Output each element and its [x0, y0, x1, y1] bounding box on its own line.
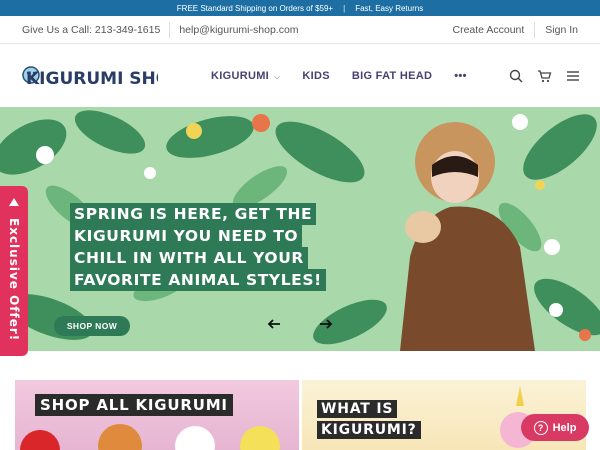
logo-text: KIGURUMI SHOP	[26, 69, 158, 89]
arrow-right-icon[interactable]	[318, 316, 334, 332]
shipping-text: FREE Standard Shipping on Orders of $59+	[176, 3, 334, 13]
cart-icon[interactable]	[537, 69, 552, 83]
hero-headline-line: SPRING IS HERE, GET THE	[70, 203, 317, 225]
utility-bar: Give Us a Call: 213-349-1615 help@kiguru…	[0, 16, 600, 44]
menu-icon[interactable]	[566, 70, 580, 82]
question-icon: ?	[533, 420, 548, 435]
tile-label: KIGURUMI?	[317, 421, 421, 439]
site-logo[interactable]: KIGURUMI SHOP	[22, 58, 183, 92]
create-account-link[interactable]: Create Account	[453, 24, 525, 36]
chevron-down-icon: ⌵	[274, 71, 281, 81]
email-link[interactable]: help@kigurumi-shop.com	[179, 24, 298, 36]
nav-more[interactable]: •••	[454, 70, 466, 82]
utility-divider	[534, 22, 536, 38]
hero-headline: SPRING IS HERE, GET THE KIGURUMI YOU NEE…	[70, 203, 370, 291]
announcement-separator: |	[343, 3, 346, 13]
nav-kids[interactable]: KIDS	[302, 70, 329, 82]
tile-label: SHOP ALL KIGURUMI	[35, 394, 233, 416]
shop-all-kigurumi-tile[interactable]: SHOP ALL KIGURUMI	[15, 380, 299, 450]
returns-text: Fast, Easy Returns	[355, 3, 424, 13]
tile-label: WHAT IS	[317, 400, 398, 418]
exclusive-offer-label: Exclusive Offer!	[7, 218, 21, 342]
announcement-bar: FREE Standard Shipping on Orders of $59+…	[0, 0, 600, 16]
sign-in-link[interactable]: Sign In	[545, 24, 578, 36]
hero-headline-line: CHILL IN WITH ALL YOUR	[70, 247, 308, 269]
exclusive-offer-tab[interactable]: Exclusive Offer!	[0, 186, 28, 356]
nav-kigurumi[interactable]: KIGURUMI ⌵	[211, 70, 280, 82]
hero-headline-line: FAVORITE ANIMAL STYLES!	[70, 269, 326, 291]
search-icon[interactable]	[509, 69, 523, 83]
nav-big-fat-head[interactable]: BIG FAT HEAD	[352, 70, 432, 82]
nav-kigurumi-label: KIGURUMI	[211, 69, 270, 82]
triangle-up-icon	[9, 198, 19, 206]
utility-divider	[169, 22, 171, 38]
arrow-left-icon[interactable]	[266, 316, 282, 332]
hero-headline-line: KIGURUMI YOU NEED TO	[70, 225, 303, 247]
help-label: Help	[552, 421, 577, 434]
shop-now-button[interactable]: SHOP NOW	[54, 316, 130, 336]
help-button[interactable]: ? Help	[521, 414, 589, 441]
main-navigation: KIGURUMI SHOP KIGURUMI ⌵ KIDS BIG FAT HEA…	[0, 44, 600, 107]
phone-link[interactable]: Give Us a Call: 213-349-1615	[22, 24, 160, 36]
logo-graphic: KIGURUMI SHOP	[22, 66, 183, 89]
